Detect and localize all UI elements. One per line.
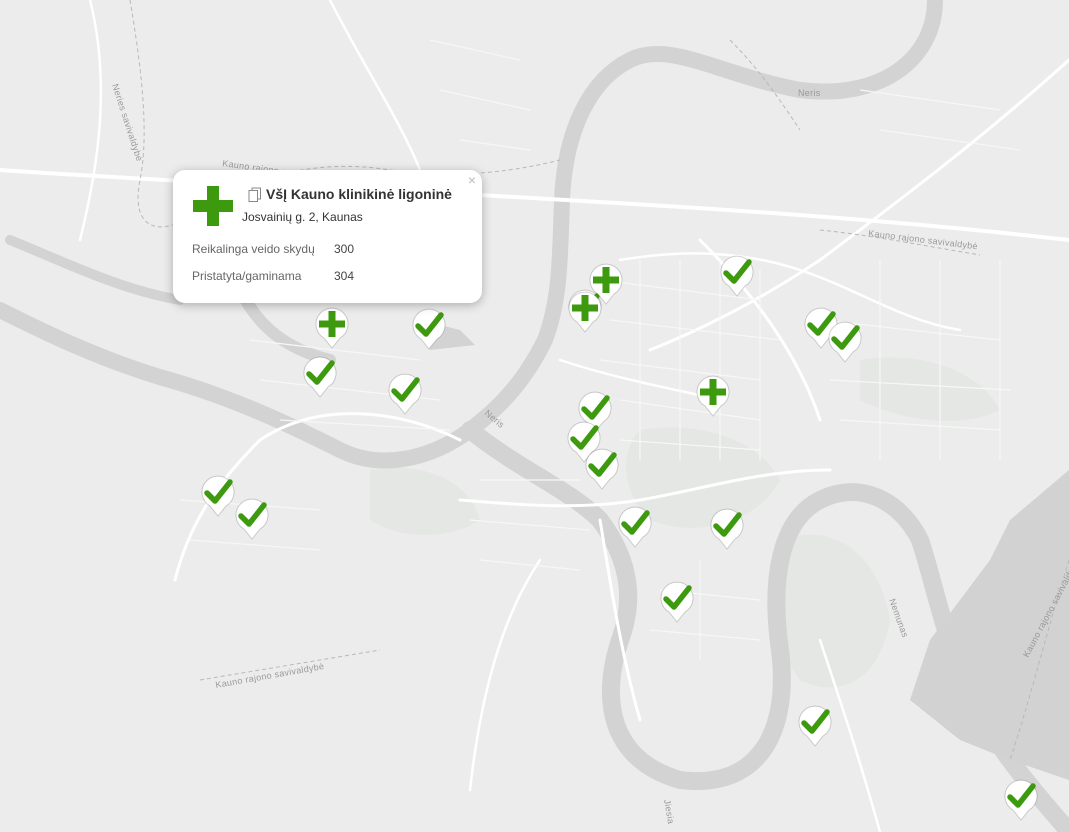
map-marker[interactable] bbox=[411, 307, 447, 351]
checkmark-icon bbox=[660, 581, 694, 623]
map-marker[interactable] bbox=[719, 254, 755, 298]
map-marker[interactable] bbox=[827, 320, 863, 364]
checkmark-icon bbox=[235, 498, 269, 540]
map-marker[interactable] bbox=[617, 505, 653, 549]
map-marker[interactable] bbox=[1003, 778, 1039, 822]
plus-icon bbox=[568, 291, 602, 333]
checkmark-icon bbox=[710, 508, 744, 550]
checkmark-icon bbox=[720, 255, 754, 297]
map-marker[interactable] bbox=[695, 374, 731, 418]
popup-address: Josvainių g. 2, Kaunas bbox=[242, 210, 363, 224]
label-neris-north: Neris bbox=[798, 88, 821, 98]
map-marker[interactable] bbox=[659, 580, 695, 624]
popup-row-value-delivered: 304 bbox=[334, 269, 355, 283]
popup-row-label-required: Reikalinga veido skydų bbox=[192, 242, 315, 256]
map-marker[interactable] bbox=[797, 704, 833, 748]
checkmark-icon bbox=[201, 475, 235, 517]
popup-title: VšĮ Kauno klinikinė ligoninė bbox=[266, 186, 452, 202]
map-view[interactable]: Neris Neris Nemunas Neries savivaldybė K… bbox=[0, 0, 1069, 832]
checkmark-icon bbox=[618, 506, 652, 548]
checkmark-icon bbox=[412, 308, 446, 350]
checkmark-icon bbox=[1004, 779, 1038, 821]
checkmark-icon bbox=[388, 373, 422, 415]
basemap[interactable]: Neris Neris Nemunas Neries savivaldybė K… bbox=[0, 0, 1069, 832]
popup-row-label-delivered: Pristatyta/gaminama bbox=[192, 269, 302, 283]
plus-icon bbox=[696, 375, 730, 417]
checkmark-icon bbox=[303, 356, 337, 398]
map-marker[interactable] bbox=[709, 507, 745, 551]
popup-row-value-required: 300 bbox=[334, 242, 355, 256]
copy-icon[interactable] bbox=[248, 187, 262, 203]
info-popup: × VšĮ Kauno klinikinė ligoninė Josvainių… bbox=[173, 170, 482, 303]
plus-icon bbox=[193, 186, 233, 226]
checkmark-icon bbox=[828, 321, 862, 363]
map-marker[interactable] bbox=[387, 372, 423, 416]
close-icon[interactable]: × bbox=[468, 173, 476, 187]
map-marker[interactable] bbox=[200, 474, 236, 518]
map-marker[interactable] bbox=[314, 306, 350, 350]
map-marker[interactable] bbox=[584, 447, 620, 491]
map-marker[interactable] bbox=[567, 290, 603, 334]
checkmark-icon bbox=[798, 705, 832, 747]
plus-icon bbox=[315, 307, 349, 349]
map-marker[interactable] bbox=[302, 355, 338, 399]
map-marker[interactable] bbox=[234, 497, 270, 541]
checkmark-icon bbox=[585, 448, 619, 490]
